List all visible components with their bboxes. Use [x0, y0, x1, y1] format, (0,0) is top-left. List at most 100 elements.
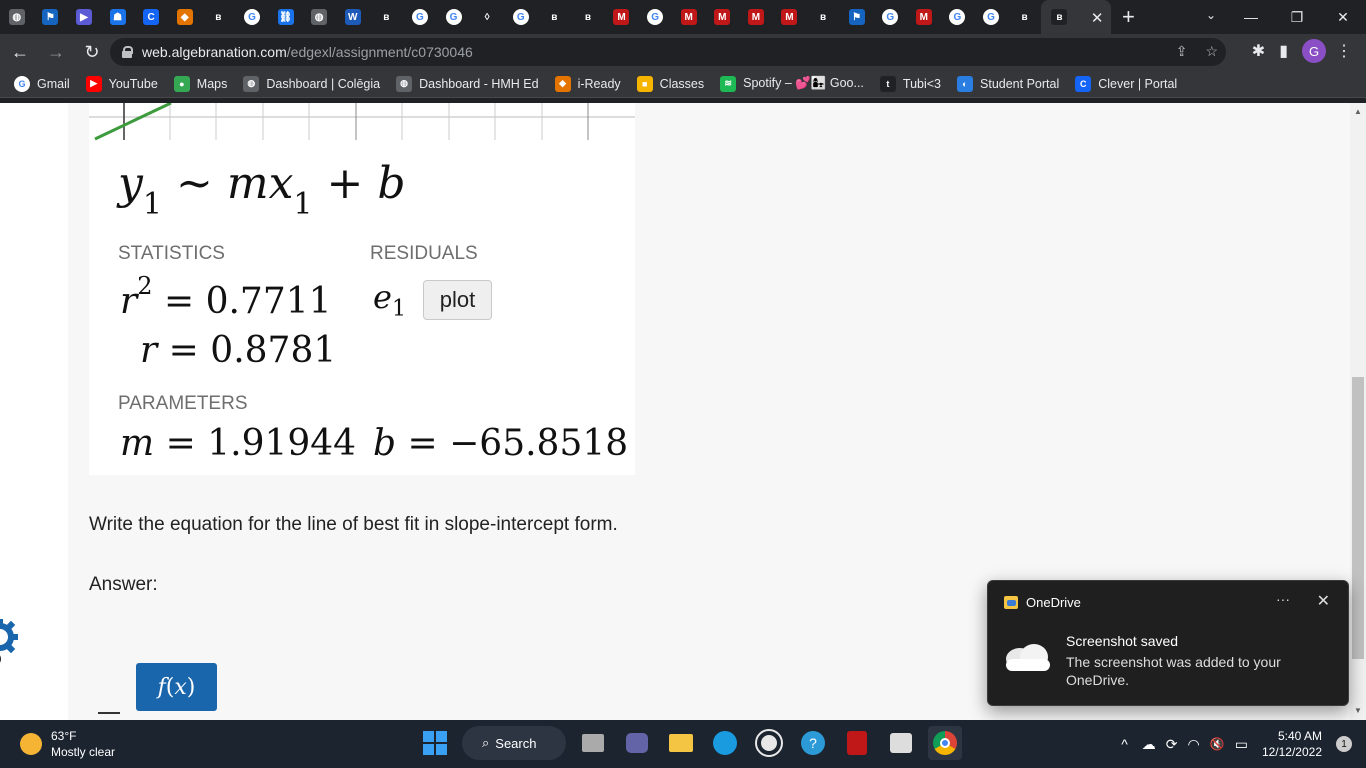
browser-tab[interactable]: C — [134, 0, 168, 34]
tab-active[interactable]: ʙ ✕ — [1041, 0, 1112, 34]
mcafee-icon: M — [680, 9, 697, 25]
bookmark-item[interactable]: t Tubi<3 — [879, 75, 941, 92]
bookmark-item[interactable]: ◆ i-Ready — [554, 75, 621, 92]
browser-tab[interactable]: ʙ — [571, 0, 605, 34]
new-tab-button[interactable]: + — [1111, 0, 1145, 34]
plot-residuals-button[interactable]: plot — [423, 280, 492, 320]
bookmark-item[interactable]: ● Maps — [173, 75, 227, 92]
bookmark-item[interactable]: ■ Classes — [636, 75, 704, 92]
tab-search-icon[interactable]: ⌄ — [1206, 8, 1216, 22]
browser-tab[interactable]: M — [672, 0, 706, 34]
browser-tab[interactable]: G — [873, 0, 907, 34]
browser-tab[interactable]: ʙ — [806, 0, 840, 34]
bookmark-item[interactable]: ◐ Student Portal — [957, 75, 1059, 92]
browser-tab[interactable]: G — [941, 0, 975, 34]
notification-count-badge[interactable]: 1 — [1336, 736, 1352, 752]
file-explorer-icon[interactable] — [664, 726, 698, 760]
more-options-icon[interactable]: ··· — [1276, 591, 1290, 607]
browser-tab[interactable]: M — [705, 0, 739, 34]
bookmark-item[interactable]: ▶ YouTube — [85, 75, 158, 92]
wifi-icon[interactable]: ◠ — [1188, 736, 1200, 753]
bookmark-item[interactable]: ◍ Dashboard - HMH Ed — [396, 75, 539, 92]
sync-icon[interactable]: ⟳ — [1166, 736, 1178, 753]
browser-tab[interactable]: G — [235, 0, 269, 34]
scroll-up-icon[interactable]: ▲ — [1354, 107, 1362, 116]
scrollbar-thumb[interactable] — [1352, 377, 1364, 659]
address-bar[interactable]: web.algebranation.com/edgexl/assignment/… — [110, 38, 1226, 66]
lock-icon[interactable] — [122, 46, 133, 58]
show-hidden-icons-icon[interactable]: ^ — [1121, 736, 1128, 752]
back-button[interactable]: ← — [4, 36, 36, 68]
gear-icon[interactable] — [0, 615, 20, 667]
maximize-button[interactable]: ❐ — [1274, 9, 1320, 26]
r-squared-value: r2 = 0.7711 — [120, 272, 332, 322]
browser-tab[interactable]: ☗ — [101, 0, 135, 34]
windows-logo-icon — [423, 731, 447, 755]
url-path: /edgexl/assignment/c0730046 — [286, 44, 473, 60]
browser-tab[interactable]: M — [605, 0, 639, 34]
browser-tab[interactable]: G — [504, 0, 538, 34]
extensions-icon[interactable]: ✱ — [1252, 41, 1265, 61]
google-icon: G — [647, 9, 664, 25]
browser-tab[interactable]: ◍ — [0, 0, 34, 34]
bookmark-star-icon[interactable]: ☆ — [1205, 43, 1218, 60]
browser-tab[interactable]: G — [437, 0, 471, 34]
bookmark-item[interactable]: G Gmail — [14, 75, 70, 92]
browser-tab[interactable]: W — [336, 0, 370, 34]
browser-tab[interactable]: ⚑ — [34, 0, 68, 34]
browser-tab[interactable]: G — [974, 0, 1008, 34]
clock[interactable]: 5:40 AM 12/12/2022 — [1262, 728, 1322, 760]
function-button[interactable]: f(x) — [136, 663, 217, 711]
browser-tab[interactable]: ◆ — [168, 0, 202, 34]
mcafee-icon: M — [781, 9, 798, 25]
browser-tab[interactable]: ʙ — [370, 0, 404, 34]
browser-tab[interactable]: ʙ — [1008, 0, 1042, 34]
forward-button[interactable]: → — [40, 36, 72, 68]
share-icon[interactable]: ⇪ — [1176, 43, 1188, 60]
task-view-icon[interactable] — [576, 726, 610, 760]
browser-tab[interactable]: ʙ — [202, 0, 236, 34]
volume-muted-icon[interactable]: 🔇 — [1210, 737, 1225, 751]
teams-chat-icon[interactable] — [620, 726, 654, 760]
spotify-icon: ≋ — [720, 75, 737, 92]
flag-icon: ⚑ — [42, 9, 59, 25]
taskbar-search[interactable]: ⌕ Search — [462, 726, 566, 760]
answer-input-line[interactable] — [98, 712, 120, 714]
mcafee-icon[interactable] — [840, 726, 874, 760]
bookmark-label: YouTube — [108, 76, 158, 91]
scroll-down-icon[interactable]: ▼ — [1354, 706, 1362, 715]
side-panel-icon[interactable]: ▮ — [1279, 41, 1288, 61]
bookmark-item[interactable]: ◍ Dashboard | Colēgia — [243, 75, 380, 92]
battery-icon[interactable]: ▭ — [1235, 736, 1248, 753]
camera-app-icon[interactable] — [752, 726, 786, 760]
browser-tab[interactable]: M — [739, 0, 773, 34]
close-tab-icon[interactable]: ✕ — [1091, 9, 1104, 27]
bookmark-item[interactable]: C Clever | Portal — [1075, 75, 1177, 92]
chrome-icon[interactable] — [928, 726, 962, 760]
browser-tab[interactable]: ◍ — [302, 0, 336, 34]
edge-icon[interactable] — [708, 726, 742, 760]
help-icon[interactable]: ? — [796, 726, 830, 760]
onedrive-tray-icon[interactable]: ☁ — [1142, 736, 1156, 753]
store-icon[interactable] — [884, 726, 918, 760]
browser-tab[interactable]: G — [403, 0, 437, 34]
minimize-button[interactable]: — — [1228, 9, 1274, 25]
close-notification-icon[interactable]: ✕ — [1317, 591, 1330, 611]
browser-menu-icon[interactable]: ⋮ — [1336, 41, 1352, 61]
bookmark-item[interactable]: ≋ Spotify – 💕👩‍👧 Goo... — [720, 75, 864, 92]
browser-tab[interactable]: ʙ — [538, 0, 572, 34]
onedrive-notification[interactable]: OneDrive ··· ✕ Screenshot saved The scre… — [987, 580, 1349, 706]
profile-avatar[interactable]: G — [1302, 39, 1326, 63]
weather-widget[interactable]: 63°F Mostly clear — [20, 728, 115, 760]
browser-tab[interactable]: ⚑ — [840, 0, 874, 34]
reload-button[interactable]: ↻ — [76, 36, 108, 68]
close-window-button[interactable]: ✕ — [1320, 9, 1366, 26]
browser-tab[interactable]: ⛓ — [269, 0, 303, 34]
browser-tab[interactable]: M — [773, 0, 807, 34]
browser-tab[interactable]: G — [638, 0, 672, 34]
start-button[interactable] — [418, 726, 452, 760]
clock-time: 5:40 AM — [1277, 729, 1322, 743]
browser-tab[interactable]: ▶ — [67, 0, 101, 34]
browser-tab[interactable]: M — [907, 0, 941, 34]
browser-tab[interactable]: ◊ — [470, 0, 504, 34]
